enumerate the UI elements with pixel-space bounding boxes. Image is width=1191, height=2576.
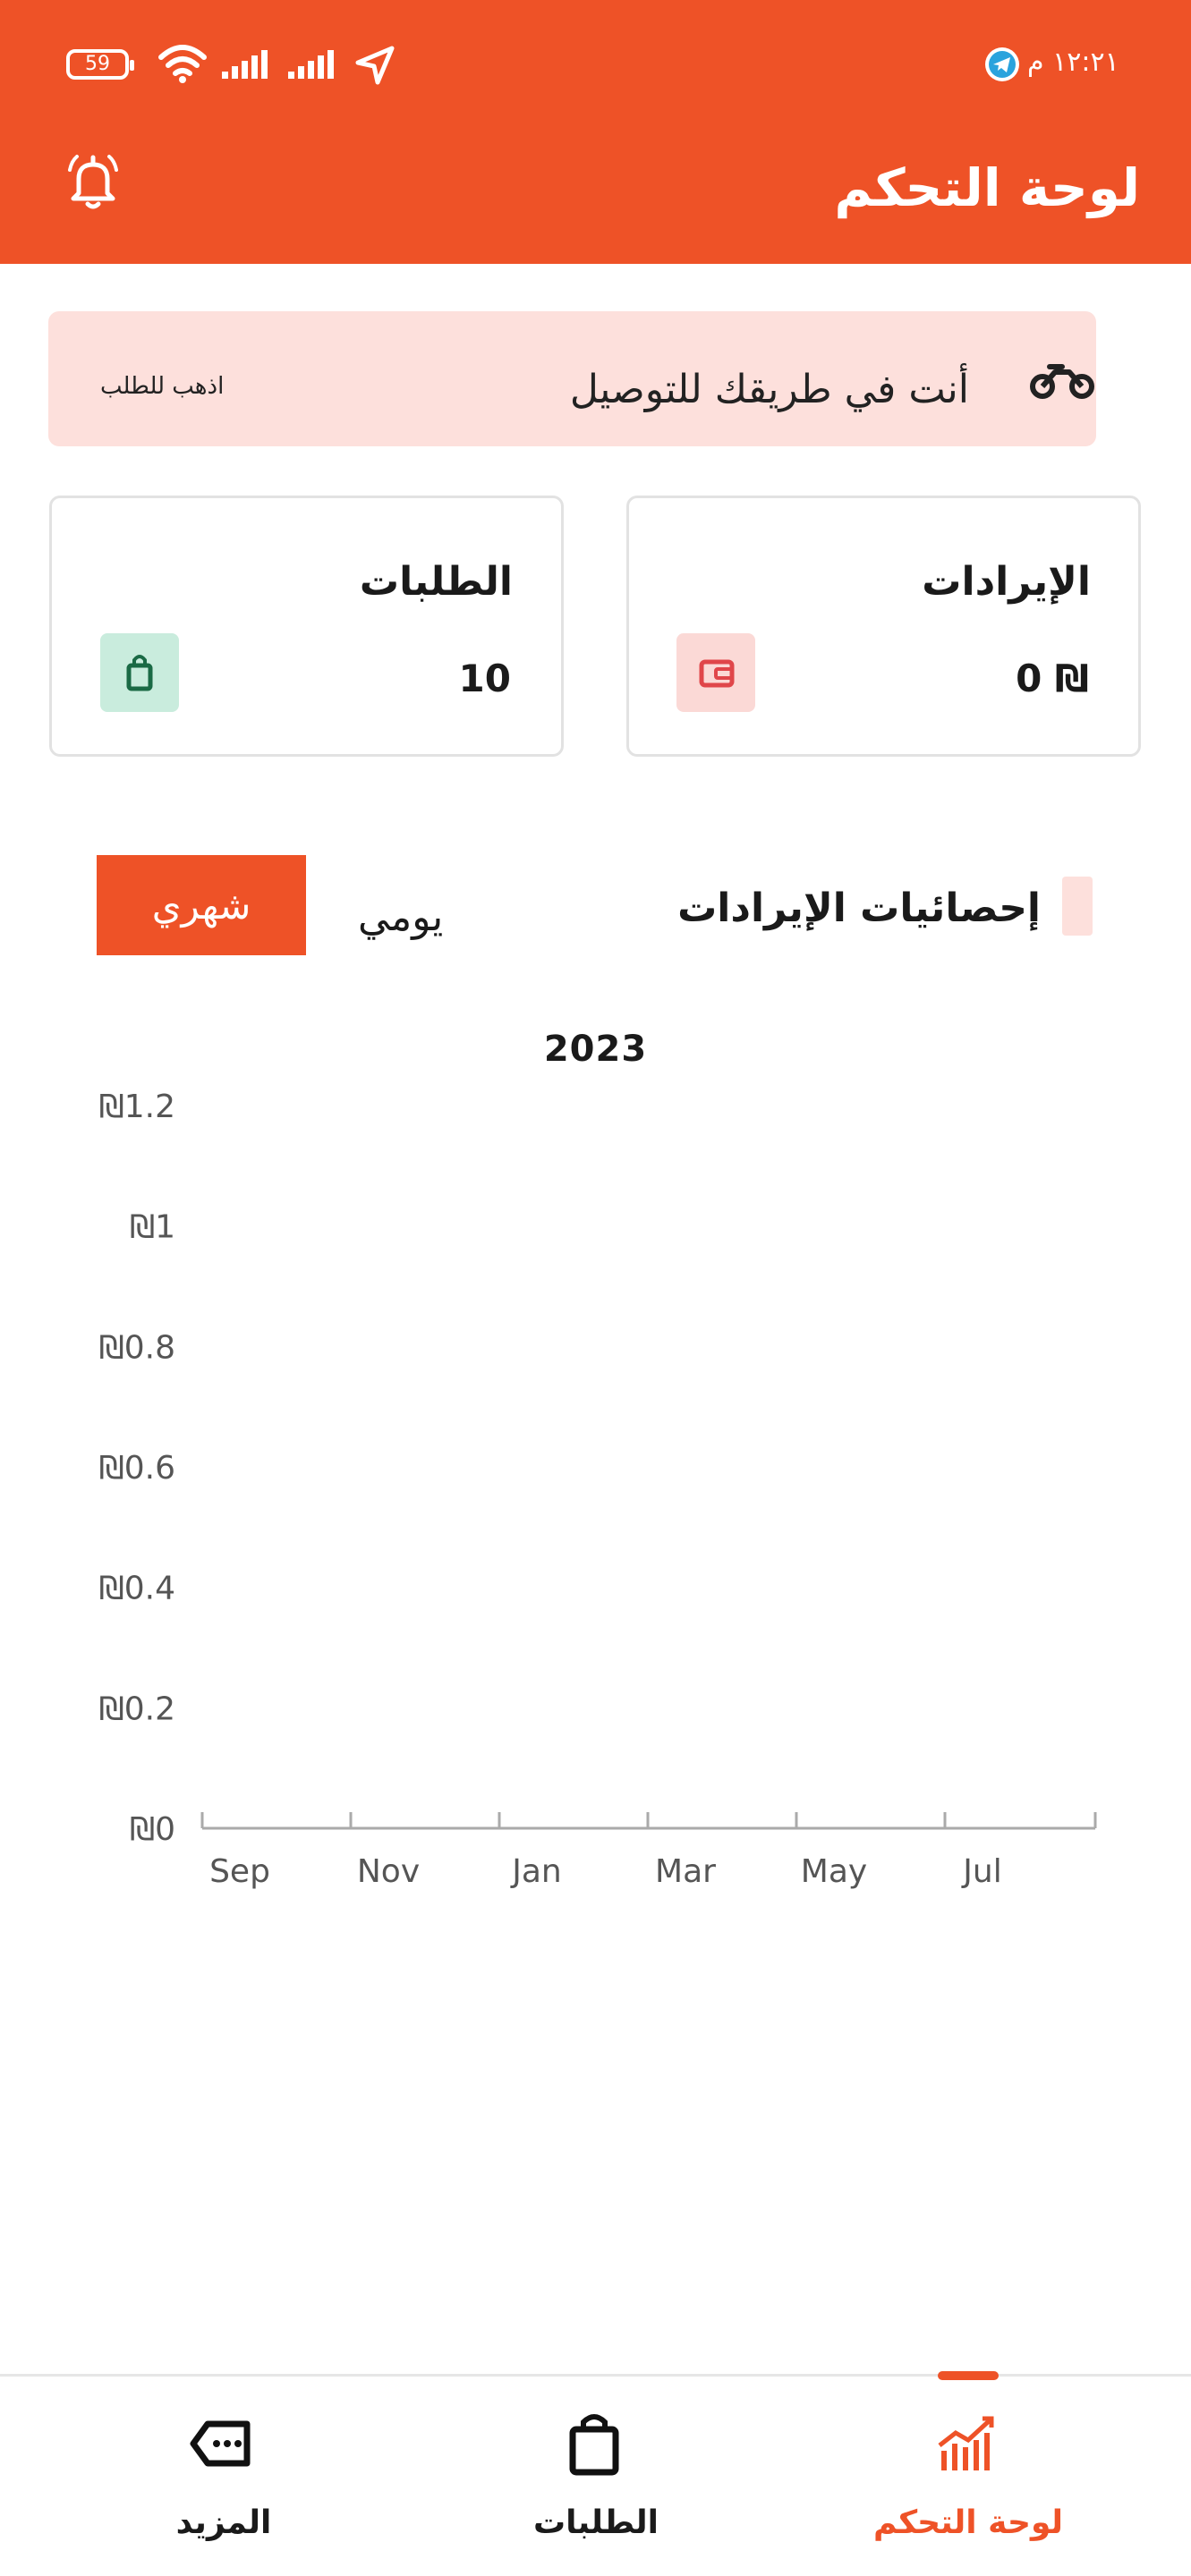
nav-more[interactable]: المزيد xyxy=(89,2504,358,2541)
x-tick-label: Jan xyxy=(510,1853,562,1890)
bottom-nav-divider xyxy=(0,2374,1191,2377)
location-arrow-icon xyxy=(355,46,395,85)
wallet-icon xyxy=(676,633,755,712)
y-tick-label: ₪0.6 xyxy=(99,1450,175,1487)
nav-orders[interactable]: الطلبات xyxy=(462,2504,730,2541)
status-time: ١٢:٢١ م xyxy=(1027,47,1119,78)
x-tick-label: Sep xyxy=(209,1853,270,1890)
notification-bell-icon[interactable] xyxy=(64,152,122,213)
y-tick-label: ₪0 xyxy=(130,1811,175,1848)
revenue-value: ₪ 0 xyxy=(1016,657,1089,700)
orders-count: 10 xyxy=(458,657,511,700)
x-tick-label: Mar xyxy=(655,1853,716,1890)
more-tag-icon[interactable] xyxy=(186,2410,258,2481)
x-tick-label: Jul xyxy=(961,1853,1001,1890)
daily-toggle[interactable]: يومي xyxy=(358,894,443,940)
y-tick-label: ₪0.2 xyxy=(99,1690,175,1727)
active-tab-indicator xyxy=(938,2371,999,2380)
y-tick-label: ₪1 xyxy=(130,1209,175,1246)
nav-dashboard[interactable]: لوحة التحكم xyxy=(834,2504,1102,2541)
revenue-card-title: الإيرادات xyxy=(922,559,1091,605)
x-tick-label: May xyxy=(801,1853,867,1890)
nav-orders-bag-icon[interactable] xyxy=(558,2410,630,2481)
telegram-icon xyxy=(985,47,1019,81)
orders-card[interactable] xyxy=(49,496,564,757)
app-bar xyxy=(0,0,1191,264)
revenue-card[interactable] xyxy=(626,496,1141,757)
monthly-toggle-button[interactable]: شهري xyxy=(97,855,306,955)
y-tick-label: ₪1.2 xyxy=(99,1089,175,1125)
y-tick-label: ₪0.8 xyxy=(99,1329,175,1366)
shopping-bag-icon xyxy=(100,633,179,712)
delivery-status-text: أنت في طريقك للتوصيل xyxy=(569,367,969,412)
battery-indicator: 59 xyxy=(66,49,134,80)
legend-swatch xyxy=(1062,877,1093,936)
orders-card-title: الطلبات xyxy=(359,559,513,605)
y-tick-label: ₪0.4 xyxy=(99,1571,175,1607)
dashboard-chart-icon[interactable] xyxy=(931,2406,1002,2478)
wifi-icon xyxy=(158,45,207,83)
x-tick-label: Nov xyxy=(357,1853,420,1890)
chart-year-title: 2023 xyxy=(543,1029,648,1070)
revenue-stats-title: إحصائيات الإيرادات xyxy=(677,886,1041,931)
motorcycle-icon xyxy=(1030,364,1094,399)
revenue-chart: ₪0 ₪0.2 ₪0.4 ₪0.6 ₪0.8 ₪1 ₪1.2 Sep Nov Jan Mar May J… xyxy=(99,1089,1097,1890)
signal-icon-2 xyxy=(288,50,334,79)
signal-icon-1 xyxy=(222,50,268,79)
page-title: لوحة التحكم xyxy=(834,157,1140,218)
go-to-order-link[interactable]: اذهب للطلب xyxy=(100,373,224,400)
